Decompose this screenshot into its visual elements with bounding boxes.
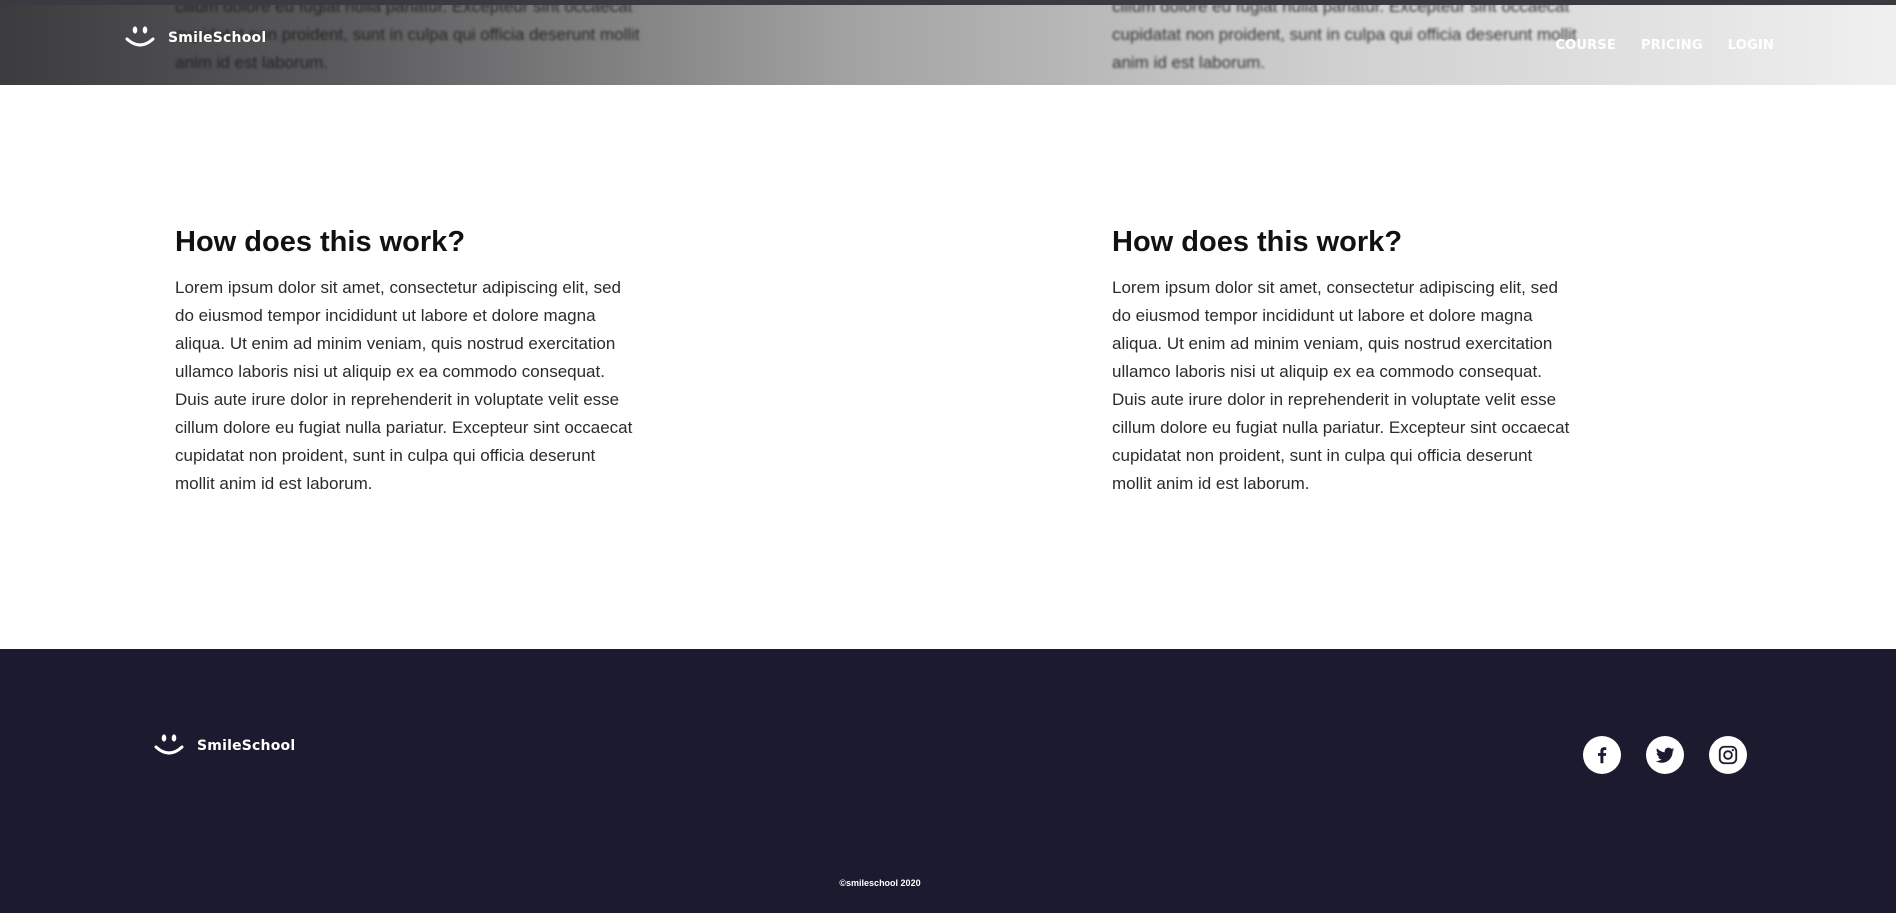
nav-pricing-link[interactable]: PRICING <box>1641 38 1703 53</box>
twitter-link[interactable] <box>1646 736 1684 774</box>
info-section-right: How does this work? Lorem ipsum dolor si… <box>1112 224 1572 498</box>
section-title: How does this work? <box>175 226 466 258</box>
footer-brand-link[interactable]: SmileSchool <box>153 733 295 759</box>
brand-name: SmileSchool <box>168 30 267 46</box>
top-border-line <box>0 0 1896 5</box>
facebook-link[interactable] <box>1583 736 1621 774</box>
section-body: Lorem ipsum dolor sit amet, consectetur … <box>175 278 633 493</box>
info-section-left: How does this work? Lorem ipsum dolor si… <box>175 224 635 498</box>
main-content: How does this work? Lorem ipsum dolor si… <box>0 85 1896 649</box>
main-nav: COURSE PRICING LOGIN <box>1555 38 1774 53</box>
twitter-icon <box>1655 747 1675 763</box>
footer-brand-name: SmileSchool <box>197 738 296 754</box>
nav-login-link[interactable]: LOGIN <box>1728 38 1774 53</box>
instagram-icon <box>1718 745 1738 765</box>
smile-logo-icon <box>154 734 184 755</box>
copyright-text: ©smileschool 2020 <box>839 878 921 888</box>
header-brand-link[interactable]: SmileSchool <box>124 25 266 51</box>
site-header: cillum dolore eu fugiat nulla pariatur. … <box>0 0 1896 85</box>
nav-course-link[interactable]: COURSE <box>1555 38 1616 53</box>
instagram-link[interactable] <box>1709 736 1747 774</box>
site-footer: SmileSchool ©smileschool 2020 <box>0 649 1896 913</box>
smile-logo-icon <box>125 26 155 47</box>
header-faded-text-right: cillum dolore eu fugiat nulla pariatur. … <box>1112 0 1577 72</box>
section-body: Lorem ipsum dolor sit amet, consectetur … <box>1112 278 1570 493</box>
facebook-icon <box>1597 747 1607 764</box>
section-title: How does this work? <box>1112 226 1403 258</box>
social-links <box>1583 736 1747 774</box>
